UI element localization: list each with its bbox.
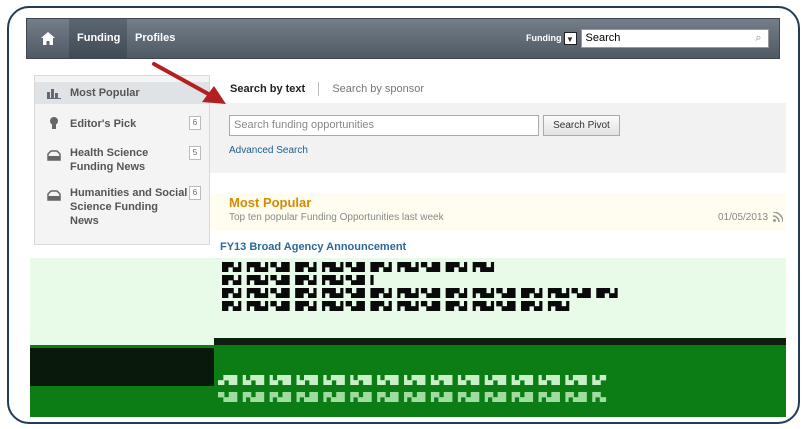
bar-chart-icon — [47, 89, 61, 99]
inbox-icon — [47, 150, 61, 161]
garbled-text-row: ▄▀█▌▐▄▀█▌▐▄▀█▌▐▄▀█▌▐▄▀█▌▐▄▀█▌▐▄▀█▌▐▄▀█▌▐… — [218, 375, 606, 385]
most-popular-title: Most Popular — [229, 195, 312, 210]
annotation-arrow-icon — [152, 62, 226, 104]
search-mode-tabs: Search by text Search by sponsor — [230, 82, 424, 96]
advanced-search-link[interactable]: Advanced Search — [229, 145, 308, 156]
sidebar-item-count: 6 — [189, 186, 201, 200]
inbox-icon — [47, 190, 61, 201]
corrupted-block — [30, 348, 214, 386]
sidebar-item-count: 6 — [189, 116, 201, 130]
garbled-text-row: █▀▄▌▐▀█▄▌▀▄█▌▐█▀▄▌▐▀█▄▌▀▄█▌▐█▀▄▌▐▀█▄▌▀▄█… — [222, 262, 497, 272]
top-search-input[interactable]: Search ⌕ — [580, 28, 769, 48]
result-item-title[interactable]: FY13 Broad Agency Announcement — [220, 241, 406, 253]
tab-profiles[interactable]: Profiles — [127, 19, 183, 58]
home-button[interactable] — [27, 19, 70, 58]
award-icon — [50, 117, 58, 129]
funding-search-input[interactable]: Search funding opportunities — [229, 115, 539, 136]
tab-funding[interactable]: Funding — [69, 19, 127, 58]
tab-search-by-text[interactable]: Search by text — [230, 83, 305, 95]
sidebar-item-humanities[interactable]: Humanities and Social Science Funding Ne… — [35, 184, 209, 227]
sidebar-item-label: Editor's Pick — [70, 118, 137, 130]
search-icon[interactable]: ⌕ — [755, 32, 761, 45]
most-popular-date: 01/05/2013 — [718, 212, 769, 223]
chevron-down-icon[interactable]: ▼ — [563, 31, 577, 45]
search-scope-select[interactable]: Funding — [526, 33, 562, 43]
home-icon — [41, 32, 55, 45]
garbled-text-row: █▀▄▌▐▀█▄▌▀▄█▌▐█▀▄▌▐▀█▄▌▀▄█▌▐█▀▄▌▐▀█▄▌▀▄█… — [222, 301, 572, 311]
garbled-text-row: █▀▄▌▐▀█▄▌▀▄█▌▐█▀▄▌▐▀█▄▌▀▄█▌▐ — [222, 275, 374, 285]
garbled-text-row: ▀▄█▌▐▀▄█▌▐▀▄█▌▐▀▄█▌▐▀▄█▌▐▀▄█▌▐▀▄█▌▐▀▄█▌▐… — [218, 392, 606, 402]
sidebar-item-editors-pick[interactable]: Editor's Pick 6 — [35, 114, 209, 136]
sidebar-item-health-science[interactable]: Health Science Funding News 5 — [35, 144, 209, 176]
sidebar-item-label: Humanities and Social Science Funding Ne… — [70, 187, 188, 227]
tab-divider — [318, 82, 320, 96]
rss-icon[interactable] — [773, 212, 783, 222]
search-pivot-button[interactable]: Search Pivot — [543, 115, 620, 136]
top-search-value: Search — [585, 31, 621, 44]
sidebar-item-label: Health Science Funding News — [70, 147, 149, 173]
search-panel — [210, 103, 786, 173]
garbled-text-row: █▀▄▌▐▀█▄▌▀▄█▌▐█▀▄▌▐▀█▄▌▀▄█▌▐█▀▄▌▐▀█▄▌▀▄█… — [222, 288, 621, 298]
top-search-area: Funding ▼ Search ⌕ — [526, 28, 769, 48]
sidebar-item-count: 5 — [189, 146, 201, 160]
top-nav-bar: Funding Profiles Funding ▼ Search ⌕ — [26, 18, 780, 59]
most-popular-subtitle: Top ten popular Funding Opportunities la… — [229, 212, 444, 223]
tab-search-by-sponsor[interactable]: Search by sponsor — [332, 83, 424, 95]
